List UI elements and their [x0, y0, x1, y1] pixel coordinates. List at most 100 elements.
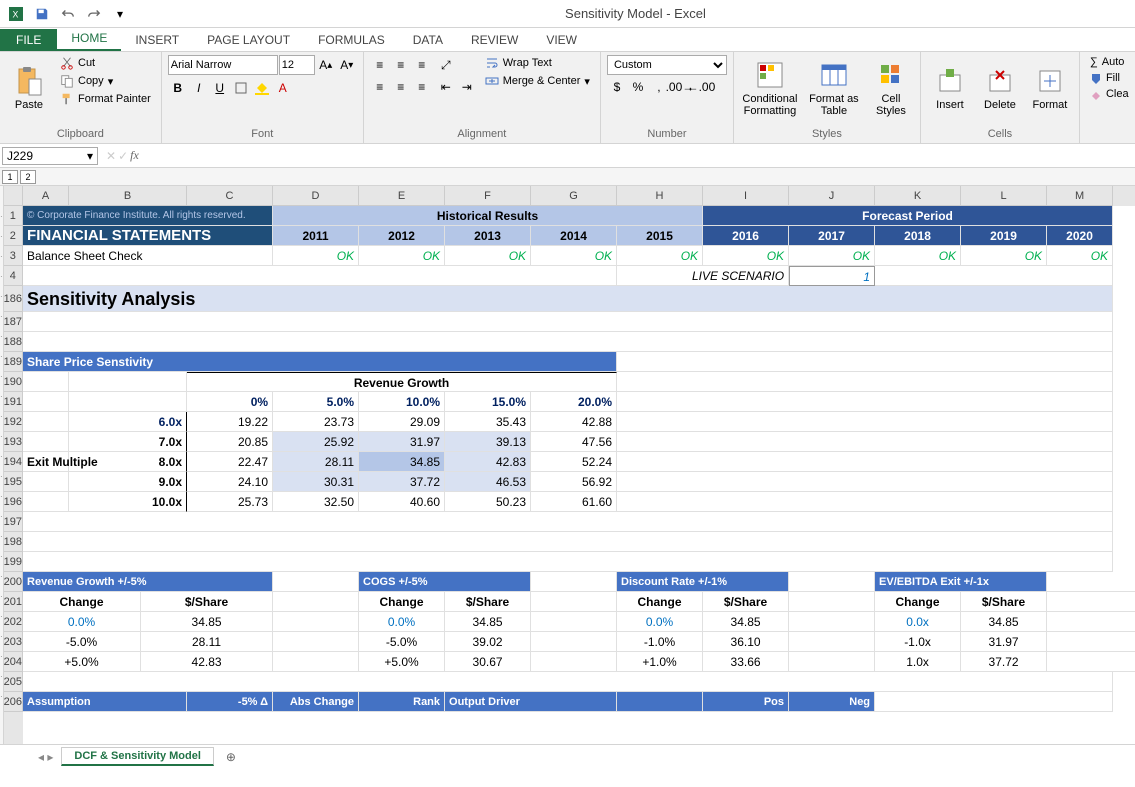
cell[interactable] — [531, 572, 617, 592]
cell[interactable]: 9.0x — [69, 472, 187, 492]
cell[interactable]: 19.22 — [187, 412, 273, 432]
number-format-select[interactable]: Custom — [607, 55, 727, 75]
cell[interactable]: 0.0x — [875, 612, 961, 632]
cell[interactable]: OK — [273, 246, 359, 266]
decrease-indent-button[interactable]: ⇤ — [436, 77, 456, 97]
align-right-button[interactable]: ≡ — [412, 77, 432, 97]
tab-page-layout[interactable]: PAGE LAYOUT — [193, 29, 304, 51]
delete-cells-button[interactable]: Delete — [977, 55, 1023, 121]
cell[interactable]: 35.43 — [445, 412, 531, 432]
row-header[interactable]: 189 — [4, 352, 23, 372]
cell[interactable]: OK — [617, 246, 703, 266]
cell[interactable] — [617, 692, 703, 712]
cell[interactable]: Output Driver — [445, 692, 617, 712]
redo-button[interactable] — [82, 2, 106, 26]
cell[interactable]: FINANCIAL STATEMENTS — [23, 226, 273, 246]
col-header[interactable]: L — [961, 186, 1047, 206]
cell[interactable] — [789, 632, 875, 652]
col-header[interactable]: K — [875, 186, 961, 206]
tab-formulas[interactable]: FORMULAS — [304, 29, 399, 51]
cell[interactable]: Share Price Senstivity — [23, 352, 617, 372]
cell[interactable]: 2017 — [789, 226, 875, 246]
cell[interactable]: Rank — [359, 692, 445, 712]
cell[interactable]: OK — [359, 246, 445, 266]
cell[interactable] — [617, 492, 1113, 512]
decrease-decimal-button[interactable]: ←.00 — [691, 77, 711, 97]
cell[interactable]: 52.24 — [531, 452, 617, 472]
row-header[interactable]: 199 — [4, 552, 23, 572]
font-name-select[interactable] — [168, 55, 278, 75]
bold-button[interactable]: B — [168, 78, 188, 98]
cell[interactable] — [617, 372, 1113, 392]
col-header[interactable]: G — [531, 186, 617, 206]
cell[interactable]: 32.50 — [273, 492, 359, 512]
cell[interactable]: +5.0% — [23, 652, 141, 672]
row-header[interactable]: 198 — [4, 532, 23, 552]
cell[interactable]: OK — [531, 246, 617, 266]
cancel-formula-icon[interactable]: ✕ — [106, 149, 116, 163]
cell[interactable]: OK — [445, 246, 531, 266]
font-size-select[interactable] — [279, 55, 315, 75]
format-cells-button[interactable]: Format — [1027, 55, 1073, 121]
sheet-tab[interactable]: DCF & Sensitivity Model — [61, 747, 214, 766]
undo-button[interactable] — [56, 2, 80, 26]
cell[interactable] — [23, 312, 1113, 332]
cell[interactable]: 2014 — [531, 226, 617, 246]
clear-button[interactable]: Clea — [1086, 87, 1133, 101]
cell[interactable] — [23, 266, 617, 286]
outline-level-1[interactable]: 1 — [2, 170, 18, 184]
col-header[interactable]: J — [789, 186, 875, 206]
cell[interactable]: 28.11 — [273, 452, 359, 472]
cells-area[interactable]: A B C D E F G H I J K L M © Corporate Fi… — [23, 186, 1135, 744]
cell[interactable] — [875, 266, 1113, 286]
enter-formula-icon[interactable]: ✓ — [118, 149, 128, 163]
format-painter-button[interactable]: Format Painter — [56, 91, 155, 107]
cell[interactable]: -1.0% — [617, 632, 703, 652]
cell[interactable]: 0.0% — [359, 612, 445, 632]
col-header[interactable]: B — [69, 186, 187, 206]
conditional-formatting-button[interactable]: Conditional Formatting — [740, 55, 800, 121]
cell[interactable]: 34.85 — [445, 612, 531, 632]
cell[interactable]: 46.53 — [445, 472, 531, 492]
cell[interactable]: 39.13 — [445, 432, 531, 452]
cell[interactable]: 1 — [789, 266, 875, 286]
cell[interactable] — [23, 472, 69, 492]
row-header[interactable]: 190 — [4, 372, 23, 392]
cell[interactable] — [23, 432, 69, 452]
cell[interactable] — [617, 352, 1113, 372]
cell[interactable]: -5.0% — [359, 632, 445, 652]
merge-button[interactable]: Merge & Center ▾ — [481, 73, 594, 89]
qat-dropdown[interactable]: ▾ — [108, 2, 132, 26]
row-header[interactable]: 196 — [4, 492, 23, 512]
fill-button[interactable]: Fill — [1086, 71, 1133, 85]
cell[interactable]: Neg — [789, 692, 875, 712]
cell[interactable]: EV/EBITDA Exit +/-1x — [875, 572, 1047, 592]
cell[interactable] — [1047, 632, 1135, 652]
cell[interactable]: 15.0% — [445, 392, 531, 412]
col-header[interactable]: M — [1047, 186, 1113, 206]
cell[interactable]: +5.0% — [359, 652, 445, 672]
row-header[interactable]: 191 — [4, 392, 23, 412]
tab-file[interactable]: FILE — [0, 29, 57, 51]
cell[interactable]: 47.56 — [531, 432, 617, 452]
cell[interactable] — [789, 612, 875, 632]
col-header[interactable]: A — [23, 186, 69, 206]
cell[interactable]: 25.92 — [273, 432, 359, 452]
cell[interactable]: 1.0x — [875, 652, 961, 672]
cell[interactable]: 7.0x — [69, 432, 187, 452]
cell[interactable]: 2019 — [961, 226, 1047, 246]
row-header[interactable]: 192 — [4, 412, 23, 432]
align-middle-button[interactable]: ≡ — [391, 55, 411, 75]
row-header[interactable]: 3 — [4, 246, 23, 266]
cell[interactable]: 33.66 — [703, 652, 789, 672]
cell[interactable]: © Corporate Finance Institute. All right… — [23, 206, 273, 226]
align-top-button[interactable]: ≡ — [370, 55, 390, 75]
cell[interactable] — [273, 592, 359, 612]
cell[interactable] — [23, 412, 69, 432]
cell[interactable]: OK — [789, 246, 875, 266]
cell[interactable]: Abs Change — [273, 692, 359, 712]
cell[interactable]: 31.97 — [359, 432, 445, 452]
cell[interactable] — [23, 372, 69, 392]
align-left-button[interactable]: ≡ — [370, 77, 390, 97]
cell[interactable]: 23.73 — [273, 412, 359, 432]
